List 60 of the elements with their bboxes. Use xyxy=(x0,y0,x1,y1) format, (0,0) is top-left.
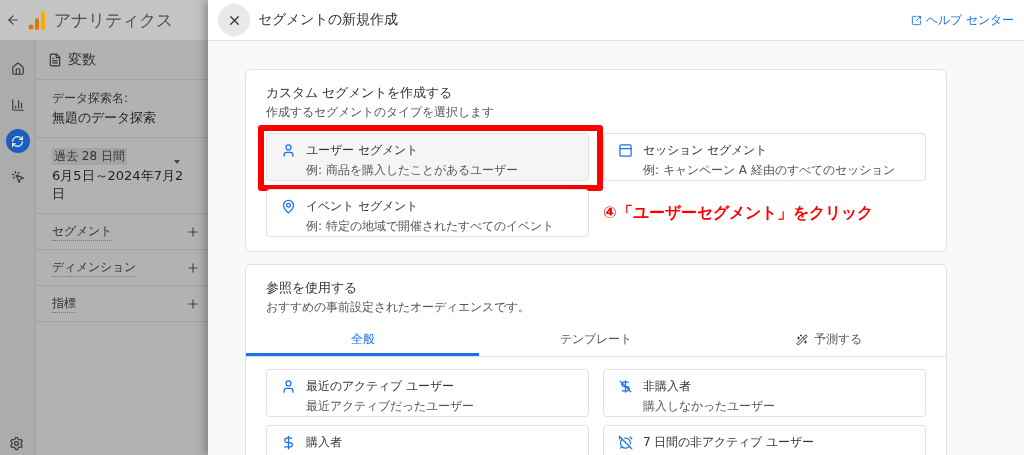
option-title: 最近のアクティブ ユーザー xyxy=(306,378,455,395)
option-example: 例: キャンペーン A 経由のすべてのセッション xyxy=(643,162,895,179)
nav-rail-button[interactable] xyxy=(5,129,30,153)
external-link-icon xyxy=(911,14,923,26)
alarm-off-icon xyxy=(618,435,633,450)
home-icon xyxy=(10,62,25,76)
segment-option[interactable]: ユーザー セグメント 例: 商品を購入したことがあるユーザー xyxy=(266,133,589,181)
explore-icon xyxy=(11,134,24,148)
option-title: ユーザー セグメント xyxy=(306,142,419,159)
cursor-target-icon xyxy=(10,170,25,184)
dropdown-caret-icon[interactable] xyxy=(174,160,180,164)
bar-logo-icon xyxy=(28,10,46,30)
option-title: 7 日間の非アクティブ ユーザー xyxy=(643,434,815,451)
segment-option[interactable]: 非購入者 購入しなかったユーザー xyxy=(603,369,926,417)
segment-option[interactable]: イベント セグメント 例: 特定の地域で開催されたすべてのイベント xyxy=(266,189,589,237)
app-title: アナリティクス xyxy=(54,8,173,32)
help-center-link[interactable]: ヘルプ センター xyxy=(911,11,1014,29)
card-title: 参照を使用する xyxy=(265,279,358,297)
segment-option[interactable]: 最近のアクティブ ユーザー 最近アクティブだったユーザー xyxy=(266,369,589,417)
settings-icon[interactable] xyxy=(9,436,24,451)
date-preset-label: 過去 28 日間 xyxy=(52,148,127,165)
exploration-name: 無題のデータ探索 xyxy=(52,109,157,127)
card-title: カスタム セグメントを作成する xyxy=(265,84,454,102)
segment-option[interactable]: 7 日間の非アクティブ ユーザー xyxy=(603,425,926,455)
bar-chart-icon xyxy=(10,98,25,112)
plus-icon xyxy=(186,224,200,239)
tab[interactable]: 全般 xyxy=(246,326,480,356)
card-subtitle: 作成するセグメントのタイプを選択します xyxy=(265,104,495,121)
section-label: ディメンション xyxy=(52,258,136,277)
exploration-label: データ探索名: xyxy=(52,90,130,107)
person-icon xyxy=(281,143,296,158)
option-title: イベント セグメント xyxy=(306,198,419,215)
segment-option[interactable]: セッション セグメント 例: キャンペーン A 経由のすべてのセッション xyxy=(603,133,926,181)
option-example: 例: 特定の地域で開催されたすべてのイベント xyxy=(306,218,554,235)
option-title: セッション セグメント xyxy=(643,142,768,159)
dollar-icon xyxy=(281,435,296,450)
person-icon xyxy=(281,379,296,394)
option-example: 例: 商品を購入したことがあるユーザー xyxy=(306,162,518,179)
date-range[interactable]: 6月5日～2024年7月2日 xyxy=(52,167,192,203)
section-label: セグメント xyxy=(52,222,112,241)
plus-icon xyxy=(186,296,200,311)
window-icon xyxy=(618,143,633,158)
document-icon xyxy=(48,53,62,67)
dialog-title: セグメントの新規作成 xyxy=(258,11,399,29)
option-example: 最近アクティブだったユーザー xyxy=(306,398,474,415)
card-subtitle: おすすめの事前設定されたオーディエンスです。 xyxy=(265,299,531,316)
close-button[interactable] xyxy=(218,4,250,36)
crossed-dollar-icon xyxy=(618,379,633,394)
tab[interactable]: 予測する xyxy=(712,326,946,356)
plus-icon xyxy=(186,260,200,275)
option-example: 購入しなかったユーザー xyxy=(643,398,775,415)
section-label: 指標 xyxy=(52,294,76,313)
option-title: 購入者 xyxy=(306,434,342,451)
pin-icon xyxy=(281,199,296,214)
segment-option[interactable]: 購入者 xyxy=(266,425,589,455)
magic-wand-icon xyxy=(796,333,809,346)
panel-title: 変数 xyxy=(68,51,96,69)
option-title: 非購入者 xyxy=(643,378,692,395)
tab[interactable]: テンプレート xyxy=(479,326,713,356)
instruction-annotation: ④「ユーザーセグメント」をクリック xyxy=(603,202,873,224)
